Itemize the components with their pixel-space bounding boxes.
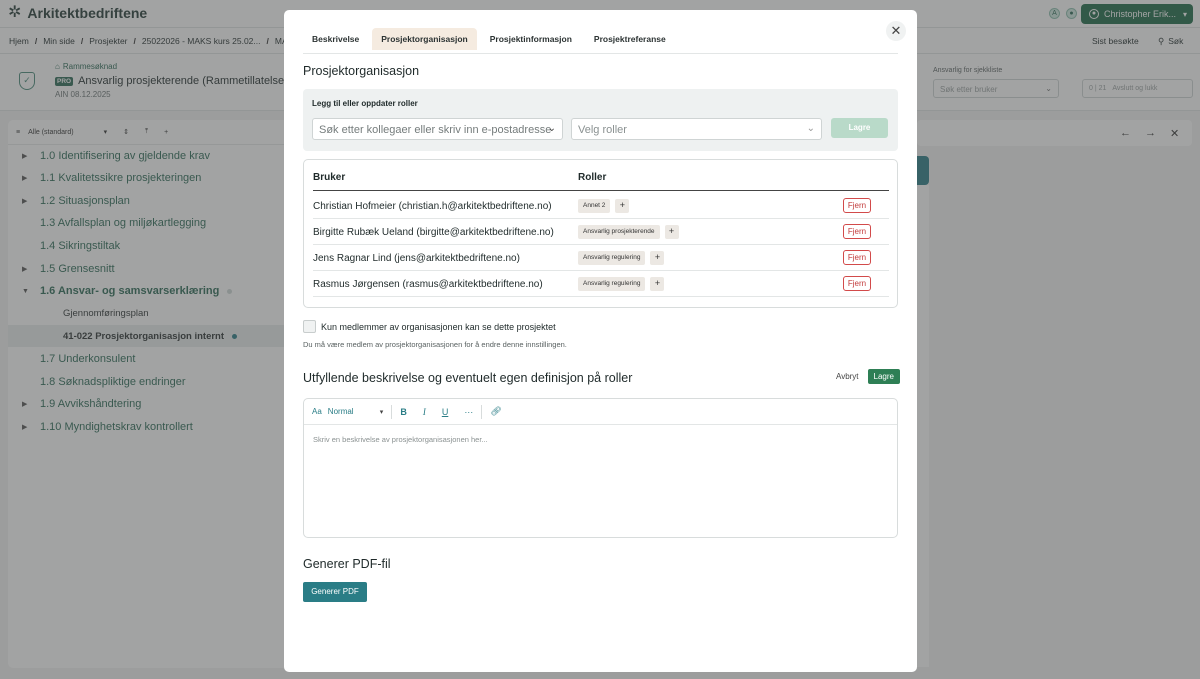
italic-icon[interactable]: I bbox=[415, 407, 434, 417]
roles-cell: Ansvarlig regulering + bbox=[578, 277, 665, 291]
underline-icon[interactable]: U bbox=[434, 407, 457, 417]
text-style-icon: Aa bbox=[312, 407, 322, 416]
editor-toolbar: Aa Normal ▾ B I U ··· 🔗︎ bbox=[304, 399, 897, 425]
add-roles-panel: Legg til eller oppdater roller Søk etter… bbox=[303, 89, 898, 151]
user-cell: Birgitte Rubæk Ueland (birgitte@arkitekt… bbox=[313, 227, 554, 238]
tab-project-reference[interactable]: Prosjektreferanse bbox=[585, 28, 675, 50]
description-title: Utfyllende beskrivelse og eventuelt egen… bbox=[303, 371, 633, 385]
add-role-button[interactable]: + bbox=[650, 277, 665, 291]
roles-cell: Annet 2 + bbox=[578, 199, 630, 213]
user-cell: Christian Hofmeier (christian.h@arkitekt… bbox=[313, 201, 552, 212]
tab-project-organization[interactable]: Prosjektorganisasjon bbox=[372, 28, 477, 50]
generate-pdf-button[interactable]: Generer PDF bbox=[303, 582, 367, 602]
role-chip[interactable]: Ansvarlig regulering bbox=[578, 251, 646, 265]
add-role-button[interactable]: + bbox=[650, 251, 665, 265]
pdf-section-title: Generer PDF-fil bbox=[303, 557, 391, 571]
user-cell: Jens Ragnar Lind (jens@arkitektbedriften… bbox=[313, 253, 520, 264]
tab-project-information[interactable]: Prosjektinformasjon bbox=[481, 28, 581, 50]
rich-text-editor: Aa Normal ▾ B I U ··· 🔗︎ Skriv en beskri… bbox=[303, 398, 898, 538]
roles-cell: Ansvarlig regulering + bbox=[578, 251, 665, 265]
add-roles-label: Legg til eller oppdater roller bbox=[312, 99, 418, 108]
bold-icon[interactable]: B bbox=[392, 407, 415, 417]
members-only-label[interactable]: Kun medlemmer av organisasjonen kan se d… bbox=[321, 322, 556, 332]
role-select-placeholder: Velg roller bbox=[578, 124, 627, 136]
more-options-icon[interactable]: ··· bbox=[456, 407, 481, 417]
members-only-option: Kun medlemmer av organisasjonen kan se d… bbox=[303, 320, 556, 333]
cancel-button[interactable]: Avbryt bbox=[836, 372, 859, 381]
save-description-button[interactable]: Lagre bbox=[867, 369, 900, 384]
dialog-tabs: Beskrivelse Prosjektorganisasjon Prosjek… bbox=[303, 28, 898, 54]
editor-placeholder[interactable]: Skriv en beskrivelse av prosjektorganisa… bbox=[313, 435, 488, 444]
header-divider bbox=[313, 190, 889, 191]
text-style-select[interactable]: Aa Normal ▾ bbox=[312, 407, 391, 416]
column-header-roles: Roller bbox=[578, 172, 607, 183]
table-row: Jens Ragnar Lind (jens@arkitektbedriften… bbox=[313, 245, 889, 271]
members-only-checkbox[interactable] bbox=[303, 320, 316, 333]
chevron-down-icon: ⌄ bbox=[547, 123, 556, 134]
description-actions: Avbryt Lagre bbox=[836, 369, 900, 384]
remove-user-button[interactable]: Fjern bbox=[843, 276, 871, 291]
chevron-down-icon: ⌄ bbox=[806, 123, 815, 134]
section-title: Prosjektorganisasjon bbox=[303, 64, 420, 78]
remove-user-button[interactable]: Fjern bbox=[843, 224, 871, 239]
tab-description[interactable]: Beskrivelse bbox=[303, 28, 368, 50]
user-cell: Rasmus Jørgensen (rasmus@arkitektbedrift… bbox=[313, 279, 543, 290]
roles-cell: Ansvarlig prosjekterende + bbox=[578, 225, 679, 239]
colleague-search-placeholder: Søk etter kollegaer eller skriv inn e-po… bbox=[319, 124, 552, 136]
project-organization-dialog: Beskrivelse Prosjektorganisasjon Prosjek… bbox=[284, 10, 917, 672]
text-style-value: Normal bbox=[327, 407, 354, 416]
table-row: Christian Hofmeier (christian.h@arkitekt… bbox=[313, 193, 889, 219]
role-chip[interactable]: Ansvarlig regulering bbox=[578, 277, 646, 291]
table-row: Rasmus Jørgensen (rasmus@arkitektbedrift… bbox=[313, 271, 889, 297]
remove-user-button[interactable]: Fjern bbox=[843, 250, 871, 265]
chevron-down-icon: ▾ bbox=[379, 408, 384, 416]
members-only-help: Du må være medlem av prosjektorganisasjo… bbox=[303, 340, 567, 349]
remove-user-button[interactable]: Fjern bbox=[843, 198, 871, 213]
close-icon: ✕ bbox=[890, 23, 902, 38]
column-header-user: Bruker bbox=[313, 172, 346, 183]
link-icon[interactable]: 🔗︎ bbox=[482, 406, 509, 417]
colleague-search-input[interactable]: Søk etter kollegaer eller skriv inn e-po… bbox=[312, 118, 563, 140]
add-role-button[interactable]: + bbox=[615, 199, 630, 213]
table-row: Birgitte Rubæk Ueland (birgitte@arkitekt… bbox=[313, 219, 889, 245]
close-dialog-button[interactable]: ✕ bbox=[886, 21, 906, 41]
add-role-button[interactable]: + bbox=[664, 225, 679, 239]
organization-table: Bruker Roller Christian Hofmeier (christ… bbox=[303, 159, 898, 308]
role-select[interactable]: Velg roller ⌄ bbox=[571, 118, 822, 140]
role-chip[interactable]: Annet 2 bbox=[578, 199, 611, 213]
role-chip[interactable]: Ansvarlig prosjekterende bbox=[578, 225, 660, 239]
save-roles-button[interactable]: Lagre bbox=[831, 118, 888, 138]
